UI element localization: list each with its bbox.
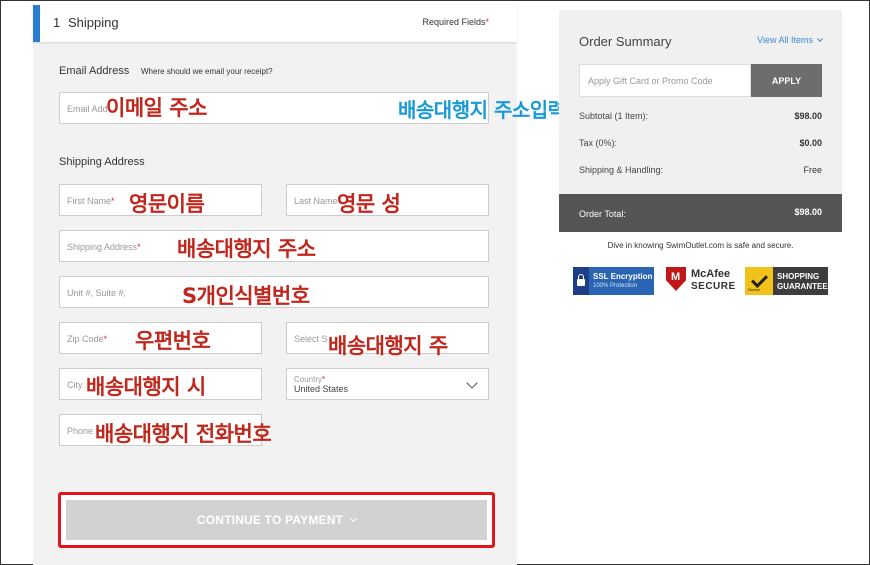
shipping-address-label: Shipping Address [59,156,145,168]
tax-row: Tax (0%): $0.00 [579,138,822,148]
ssl-subtitle: 100% Protection [593,283,638,289]
country-label: Country* [294,375,326,384]
chevron-down-icon [466,377,478,389]
mcafee-title: McAfee [691,268,731,280]
zip-code-placeholder: Zip Code* [67,334,108,344]
last-name-placeholder: Last Name [294,196,338,206]
email-placeholder: Email Add [67,104,108,114]
required-fields-note: Required Fields* [422,17,489,27]
last-name-annotation: 영문 성 [337,192,401,216]
guarantee-line-1: SHOPPING [777,272,820,281]
email-label: Email Address [59,65,130,77]
country-select[interactable]: Country* United States [286,368,489,400]
secure-notice: Dive in knowing SwimOutlet.com is safe a… [607,241,794,250]
shipping-address-placeholder: Shipping Address* [67,242,141,252]
country-value: United States [294,384,349,394]
order-total-bar: Order Total: $98.00 [559,194,842,232]
subtotal-row: Subtotal (1 Item): $98.00 [579,111,822,121]
step-number: 1 [53,15,61,30]
subtotal-value: $98.00 [794,111,822,121]
apply-button[interactable]: APPLY [751,64,822,97]
phone-annotation: 배송대행지 전화번호 [95,422,272,446]
mcafee-secure: SECURE [691,281,736,292]
order-summary-title: Order Summary [579,34,672,49]
tax-value: $0.00 [799,138,822,148]
tax-label: Tax (0%): [579,138,618,148]
guarantee-line-2: GUARANTEE [777,282,828,291]
state-placeholder: Select S [294,334,328,344]
mcafee-shield-icon [666,267,686,291]
city-placeholder: City [67,380,83,390]
chevron-down-icon [350,514,358,523]
continue-highlight-box: CONTINUE TO PAYMENT [58,492,495,548]
order-total-value: $98.00 [794,207,822,217]
phone-placeholder: Phone [67,426,94,436]
unit-annotation: S개인식별번호 [182,284,310,308]
shopping-guarantee-badge: Norton SHOPPING GUARANTEE [745,267,828,295]
email-hint: Where should we email your receipt? [141,67,273,76]
zip-code-annotation: 우편번호 [135,329,211,353]
email-annotation: 이메일 주소 [106,96,207,120]
order-summary: Order Summary View All Items APPLY Subto… [559,10,842,232]
order-total-label: Order Total: [579,209,626,219]
step-title: Shipping [68,15,119,30]
unit-placeholder: Unit #, Suite #, [67,288,127,298]
shipping-handling-value: Free [803,165,822,175]
shipping-handling-label: Shipping & Handling: [579,165,664,175]
subtotal-label: Subtotal (1 Item): [579,111,649,121]
continue-to-payment-button[interactable]: CONTINUE TO PAYMENT [66,500,487,540]
view-all-items-link[interactable]: View All Items [757,35,823,45]
city-annotation: 배송대행지 시 [86,375,206,399]
shipping-step-header[interactable]: 1 Shipping Required Fields* [33,5,517,42]
shipping-row: Shipping & Handling: Free [579,165,822,175]
promo-code-field[interactable] [579,64,751,97]
state-annotation: 배송대행지 주 [328,334,448,358]
first-name-annotation: 영문이름 [129,192,205,216]
chevron-down-icon [817,36,823,42]
promo-code-input[interactable] [580,65,750,96]
mcafee-badge: McAfee SECURE [666,267,736,295]
first-name-placeholder: First Name* [67,196,115,206]
ssl-title: SSL Encryption [593,272,653,281]
lock-icon [573,267,589,295]
ssl-badge: SSL Encryption 100% Protection [573,267,654,295]
shipping-address-annotation: 배송대행지 주소 [177,237,316,261]
norton-label: Norton [748,287,761,292]
